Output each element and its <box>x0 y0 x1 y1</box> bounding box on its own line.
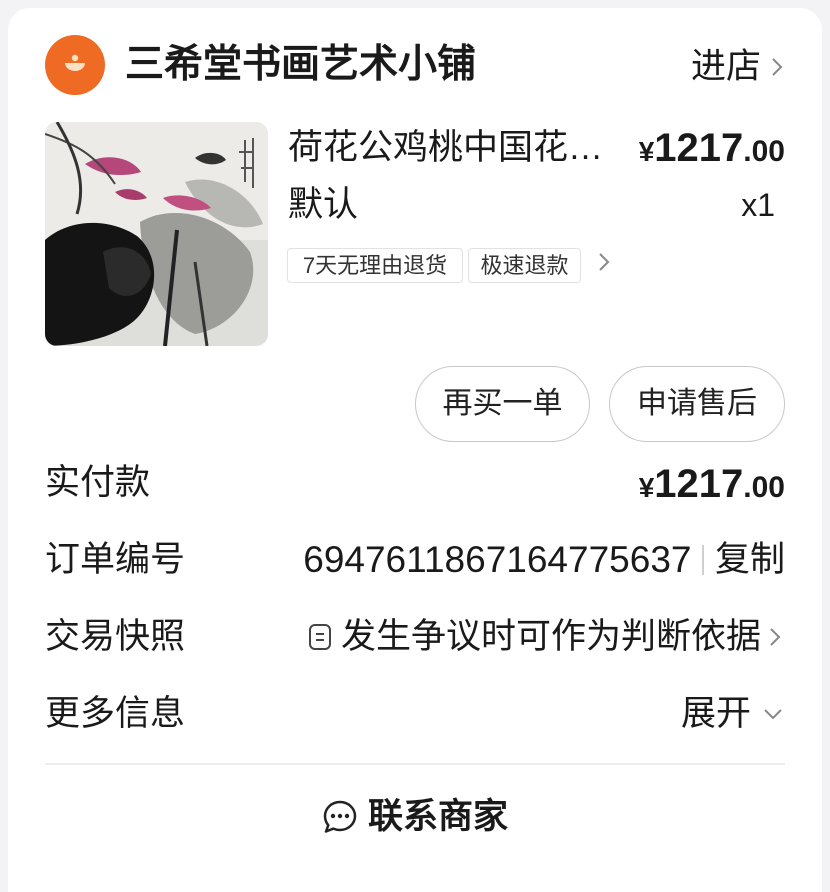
paid-integer: 1217 <box>654 462 744 506</box>
amount-paid-label: 实付款 <box>45 463 151 502</box>
chevron-right-icon[interactable] <box>598 252 610 272</box>
shop-name[interactable]: 三希堂书画艺术小铺 <box>125 40 476 90</box>
product-quantity: x1 <box>741 187 775 223</box>
service-tag-return: 7天无理由退货 <box>287 248 463 283</box>
paid-decimal: .00 <box>743 471 785 504</box>
chevron-down-icon <box>764 709 782 719</box>
enter-shop-link[interactable]: 进店 <box>691 45 783 89</box>
expand-label: 展开 <box>680 694 751 733</box>
after-sale-button[interactable]: 申请售后 <box>609 366 785 442</box>
document-icon <box>308 624 331 650</box>
chevron-right-icon <box>772 58 783 76</box>
product-variant: 默认 <box>288 185 359 224</box>
divider <box>45 763 785 765</box>
trade-snapshot-hint: 发生争议时可作为判断依据 <box>340 617 761 656</box>
trade-snapshot-label: 交易快照 <box>45 617 186 656</box>
shop-logo-icon[interactable] <box>45 35 105 95</box>
separator <box>702 545 704 575</box>
expand-toggle[interactable]: 展开 <box>681 692 782 736</box>
ink-painting-thumbnail <box>45 122 268 346</box>
order-number-value: 6947611867164775637 <box>303 539 692 580</box>
copy-button[interactable]: 复制 <box>715 538 785 582</box>
service-tags[interactable]: 7天无理由退货 极速退款 <box>287 248 581 283</box>
paid-currency-symbol: ¥ <box>638 472 655 503</box>
product-price: ¥ 1217 .00 <box>639 124 785 172</box>
chevron-right-icon <box>770 628 781 646</box>
contact-merchant-button[interactable]: 联系商家 <box>0 795 830 839</box>
amount-paid-value: ¥ 1217 .00 <box>639 460 785 508</box>
more-info-label: 更多信息 <box>45 694 186 733</box>
product-image[interactable] <box>45 122 268 346</box>
order-number-label: 订单编号 <box>45 540 186 579</box>
price-decimal: .00 <box>743 135 785 168</box>
buy-again-button[interactable]: 再买一单 <box>415 366 590 442</box>
contact-merchant-label: 联系商家 <box>367 797 508 836</box>
enter-shop-label: 进店 <box>690 47 761 86</box>
product-title[interactable]: 荷花公鸡桃中国花… <box>288 126 603 170</box>
service-tag-refund: 极速退款 <box>468 248 581 283</box>
trade-snapshot-link[interactable]: 发生争议时可作为判断依据 <box>308 615 781 659</box>
price-integer: 1217 <box>654 126 744 170</box>
order-number-row: 6947611867164775637 复制 <box>303 538 785 582</box>
price-currency-symbol: ¥ <box>638 136 655 167</box>
chat-bubble-icon <box>323 800 357 833</box>
